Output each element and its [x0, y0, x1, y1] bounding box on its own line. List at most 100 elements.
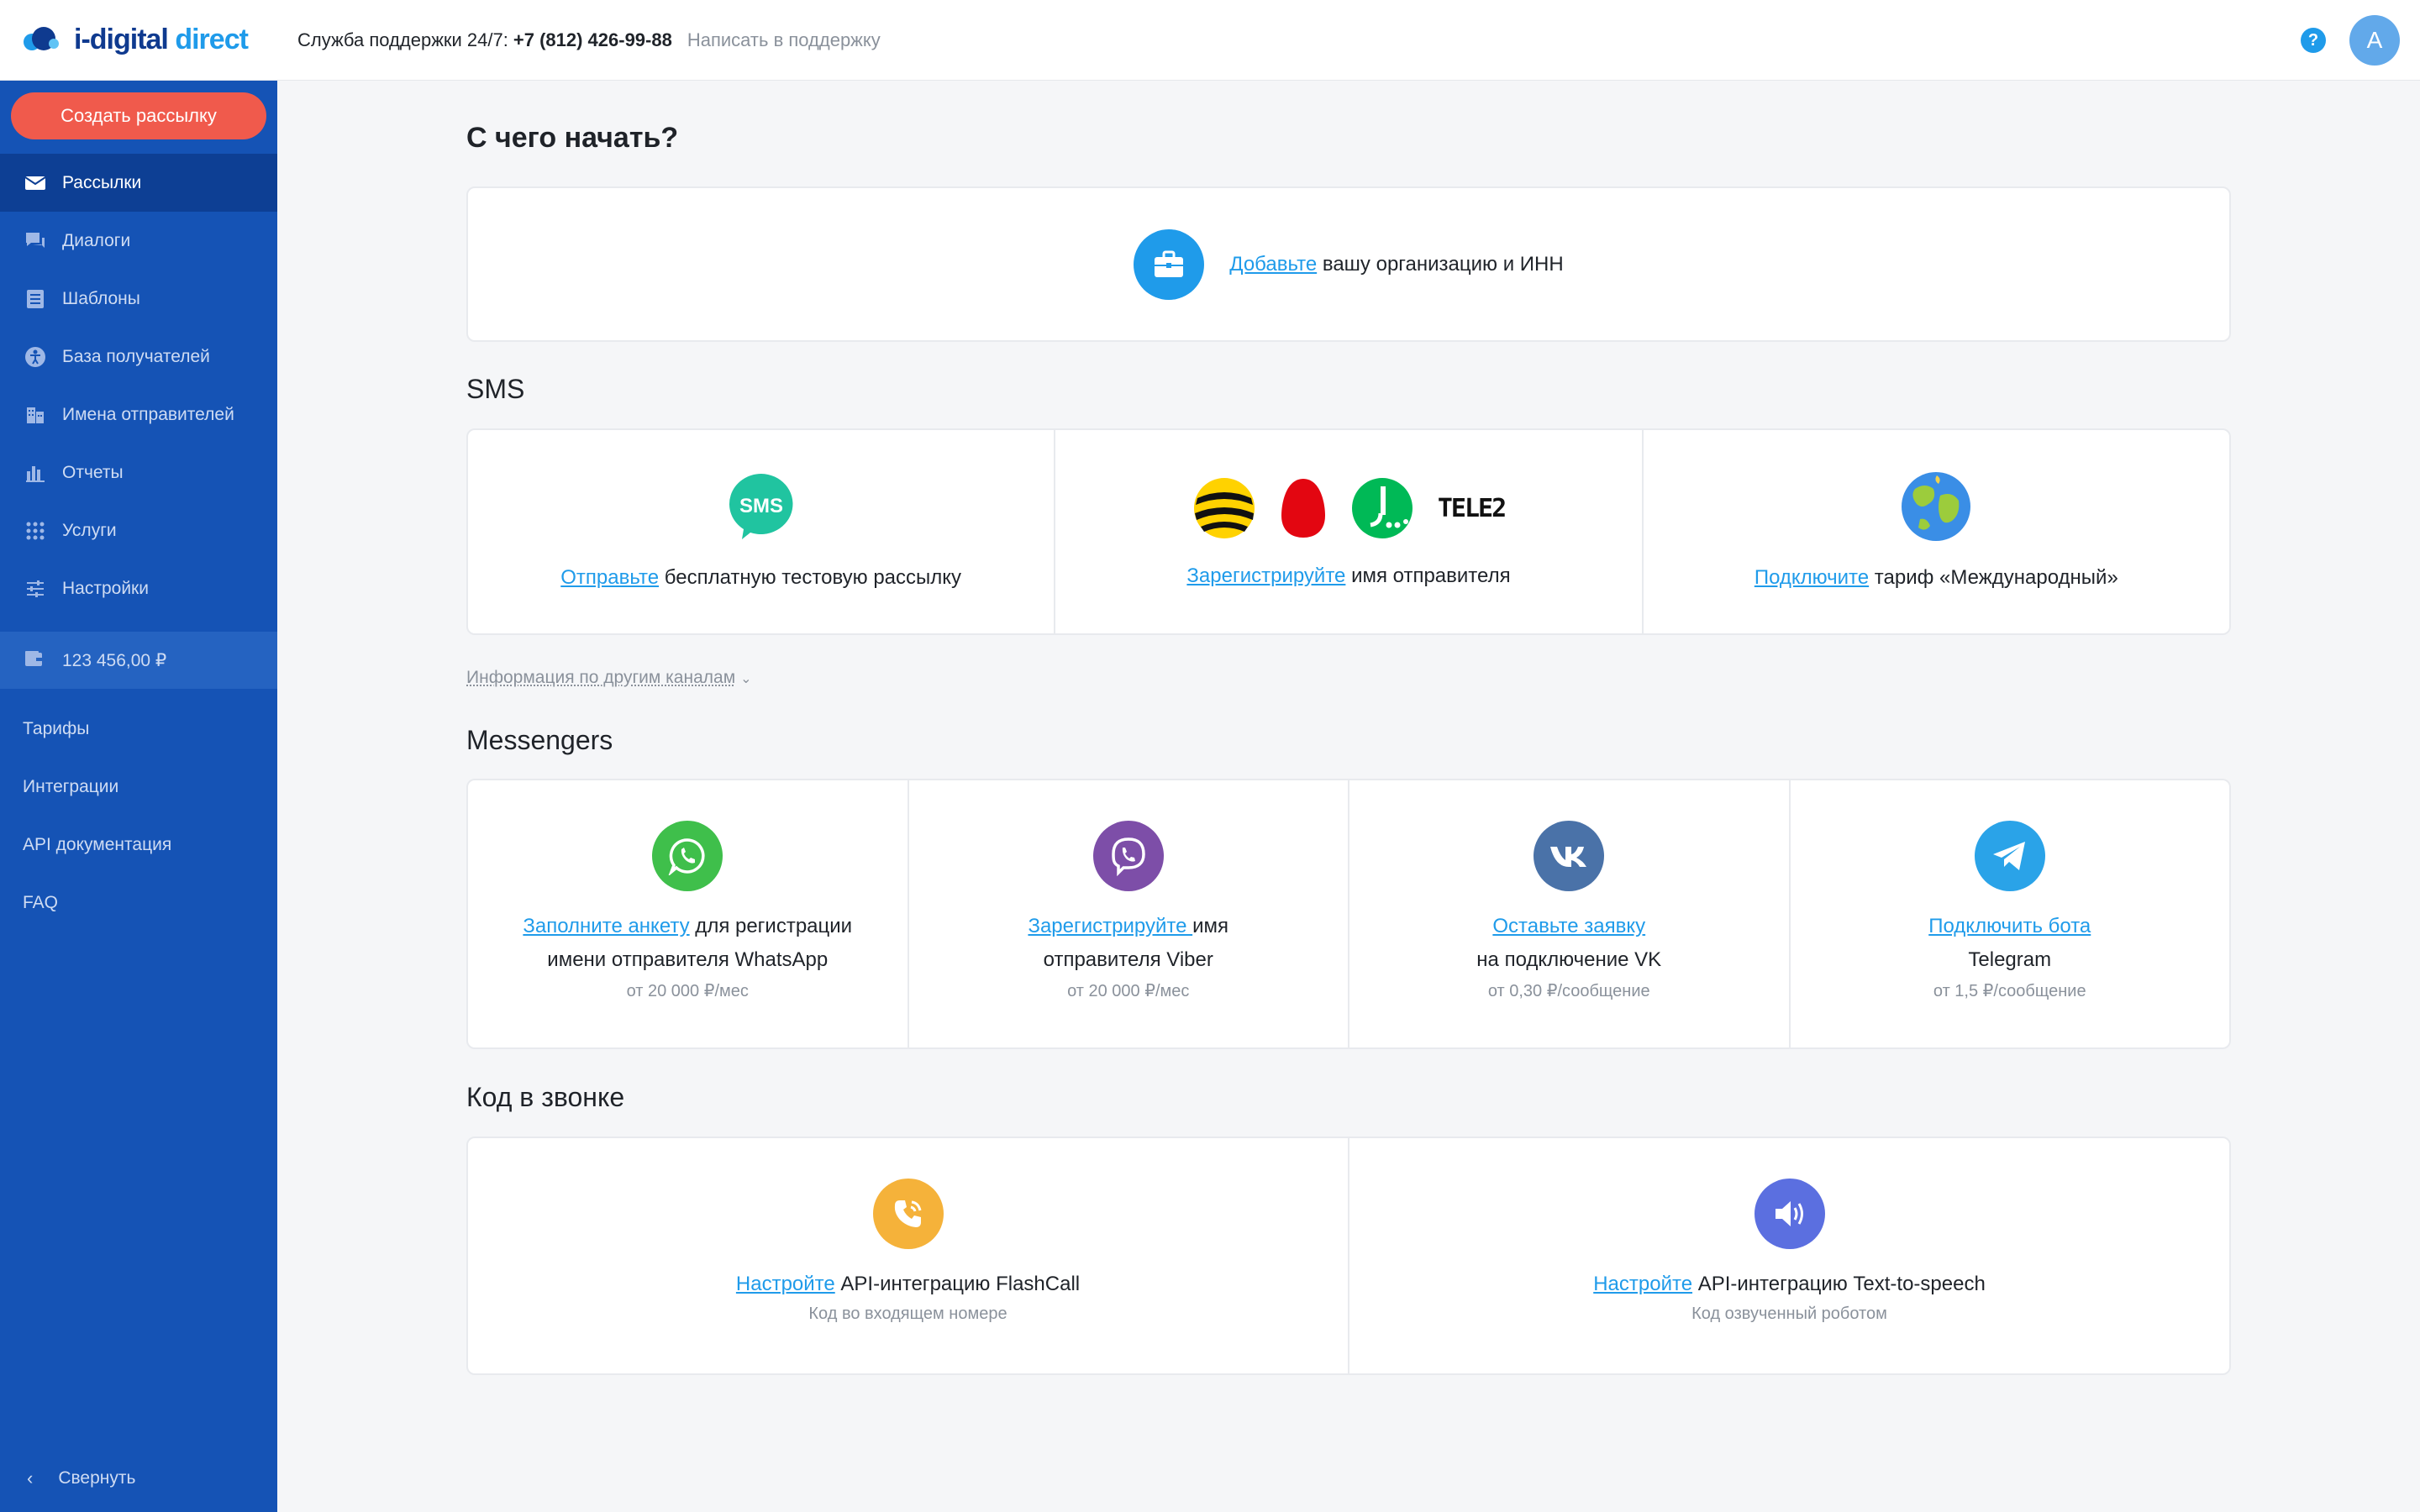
operator-logos: TELE2 [1192, 474, 1507, 543]
top-bar: i-digital direct Служба поддержки 24/7: … [0, 0, 2420, 80]
balance[interactable]: 123 456,00 ₽ [0, 632, 277, 689]
sms-icon: SMS [725, 470, 797, 543]
building-icon [24, 403, 47, 427]
viber-cell: Зарегистрируйте имя отправителя Viber от… [909, 780, 1349, 1047]
sidebar-nav: Рассылки Диалоги Шаблоны База получателе… [0, 154, 277, 617]
collapse-label: Свернуть [58, 1468, 136, 1488]
telegram-bot-link[interactable]: Подключить бота [1928, 915, 2091, 937]
sidebar-item-label: Имена отправителей [62, 404, 234, 424]
whatsapp-price: от 20 000 ₽/мес [626, 982, 749, 1000]
register-sender-link[interactable]: Зарегистрируйте [1186, 564, 1345, 587]
sidebar-item-templates[interactable]: Шаблоны [0, 270, 277, 328]
sms-test-cell: SMS Отправьте бесплатную тестовую рассыл… [468, 430, 1056, 633]
brand-mark-icon [24, 26, 59, 50]
wallet-icon [24, 648, 47, 672]
vk-request-link[interactable]: Оставьте заявку [1492, 915, 1645, 937]
grid-icon [24, 519, 47, 543]
sidebar-item-label: Диалоги [62, 230, 131, 250]
send-test-link[interactable]: Отправьте [560, 566, 659, 589]
accessibility-icon [24, 345, 47, 369]
tts-setup-link[interactable]: Настройте [1593, 1273, 1692, 1295]
main-content: С чего начать? Добавьте вашу организацию… [277, 80, 2420, 1512]
org-text: вашу организацию и ИНН [1317, 252, 1564, 276]
envelope-icon [24, 171, 47, 195]
call-section-title: Код в звонке [466, 1082, 625, 1112]
sidebar-item-sender-names[interactable]: Имена отправителей [0, 386, 277, 444]
support-label: Служба поддержки 24/7: [297, 29, 508, 50]
tele2-logo: TELE2 [1437, 493, 1507, 523]
sidebar-item-label: Настройки [62, 578, 149, 598]
viber-price: от 20 000 ₽/мес [1067, 982, 1190, 1000]
viber-register-link[interactable]: Зарегистрируйте [1028, 915, 1192, 937]
whatsapp-icon [652, 821, 723, 891]
support-write-link[interactable]: Написать в поддержку [687, 29, 881, 51]
brand-name-part1: i-digital [74, 24, 169, 55]
messengers-section-title: Messengers [466, 725, 613, 755]
support-info: Служба поддержки 24/7: +7 (812) 426-99-8… [297, 0, 881, 80]
sidebar-item-reports[interactable]: Отчеты [0, 444, 277, 501]
sidebar-item-label: База получателей [62, 346, 210, 366]
beeline-logo-icon [1193, 478, 1255, 538]
sliders-icon [24, 577, 47, 601]
whatsapp-cell: Заполните анкету для регистрации имени о… [468, 780, 909, 1047]
tts-cell: Настройте API-интеграцию Text-to-speech … [1349, 1138, 2229, 1373]
whatsapp-form-link[interactable]: Заполните анкету [523, 915, 689, 937]
sidebar-item-mailings[interactable]: Рассылки [0, 154, 277, 212]
telegram-cell: Подключить бота Telegram от 1,5 ₽/сообще… [1791, 780, 2230, 1047]
sidebar-collapse[interactable]: ‹ Свернуть [0, 1457, 277, 1499]
sidebar-item-settings[interactable]: Настройки [0, 559, 277, 617]
megafon-logo-icon [1351, 478, 1413, 538]
other-channels-info-link[interactable]: Информация по другим каналам ⌄ [466, 668, 752, 688]
phone-call-icon [872, 1179, 944, 1249]
brand-logo[interactable]: i-digital direct [0, 0, 277, 80]
add-organization-link[interactable]: Добавьте [1229, 253, 1317, 276]
svg-text:SMS: SMS [739, 495, 783, 517]
template-icon [24, 287, 47, 311]
chevron-down-icon: ⌄ [740, 672, 752, 686]
org-card: Добавьте вашу организацию и ИНН [466, 186, 2231, 342]
sms-section-title: SMS [466, 374, 525, 404]
vk-icon [1534, 821, 1605, 891]
sidebar-item-label: Отчеты [62, 462, 124, 482]
support-phone[interactable]: +7 (812) 426-99-88 [513, 29, 672, 51]
sidebar-link-tariffs[interactable]: Тарифы [0, 700, 277, 758]
messengers-card: Заполните анкету для регистрации имени о… [466, 779, 2231, 1049]
chevron-left-icon: ‹ [27, 1467, 34, 1488]
bar-chart-icon [24, 461, 47, 485]
page-title: С чего начать? [466, 122, 679, 154]
sidebar-item-label: Шаблоны [62, 288, 140, 308]
create-mailing-button[interactable]: Создать рассылку [11, 92, 266, 139]
tts-sub: Код озвученный роботом [1691, 1305, 1887, 1323]
balance-amount: 123 456,00 ₽ [62, 650, 167, 670]
help-icon[interactable]: ? [2301, 28, 2326, 53]
globe-icon [1900, 470, 1972, 543]
vk-cell: Оставьте заявку на подключение VK от 0,3… [1349, 780, 1791, 1047]
chat-icon [24, 229, 47, 253]
sidebar-item-label: Рассылки [62, 172, 142, 192]
mts-logo-icon [1281, 479, 1325, 538]
flashcall-setup-link[interactable]: Настройте [736, 1273, 835, 1295]
sidebar-item-services[interactable]: Услуги [0, 501, 277, 559]
sidebar-links: Тарифы Интеграции API документация FAQ [0, 700, 277, 932]
sidebar-link-api-docs[interactable]: API документация [0, 816, 277, 874]
sms-card: SMS Отправьте бесплатную тестовую рассыл… [466, 428, 2231, 635]
sidebar-item-dialogs[interactable]: Диалоги [0, 212, 277, 270]
avatar[interactable]: A [2349, 15, 2400, 66]
brand-name-part2: direct [175, 24, 249, 55]
flashcall-cell: Настройте API-интеграцию FlashCall Код в… [468, 1138, 1349, 1373]
telegram-icon [1974, 821, 2045, 891]
sidebar-item-label: Услуги [62, 520, 117, 540]
sidebar-link-faq[interactable]: FAQ [0, 874, 277, 932]
flashcall-sub: Код во входящем номере [808, 1305, 1007, 1323]
sms-sender-cell: TELE2 Зарегистрируйте имя отправителя [1055, 430, 1644, 633]
briefcase-icon [1134, 228, 1205, 300]
sidebar-link-integrations[interactable]: Интеграции [0, 758, 277, 816]
sms-international-cell: Подключите тариф «Международный» [1644, 430, 2229, 633]
call-card: Настройте API-интеграцию FlashCall Код в… [466, 1137, 2231, 1375]
sidebar: Создать рассылку Рассылки Диалоги Шаблон… [0, 80, 277, 1512]
sidebar-item-recipients[interactable]: База получателей [0, 328, 277, 386]
telegram-price: от 1,5 ₽/сообщение [1933, 982, 2086, 1000]
connect-international-link[interactable]: Подключите [1754, 566, 1869, 589]
viber-icon [1092, 821, 1164, 891]
speaker-icon [1754, 1179, 1825, 1249]
